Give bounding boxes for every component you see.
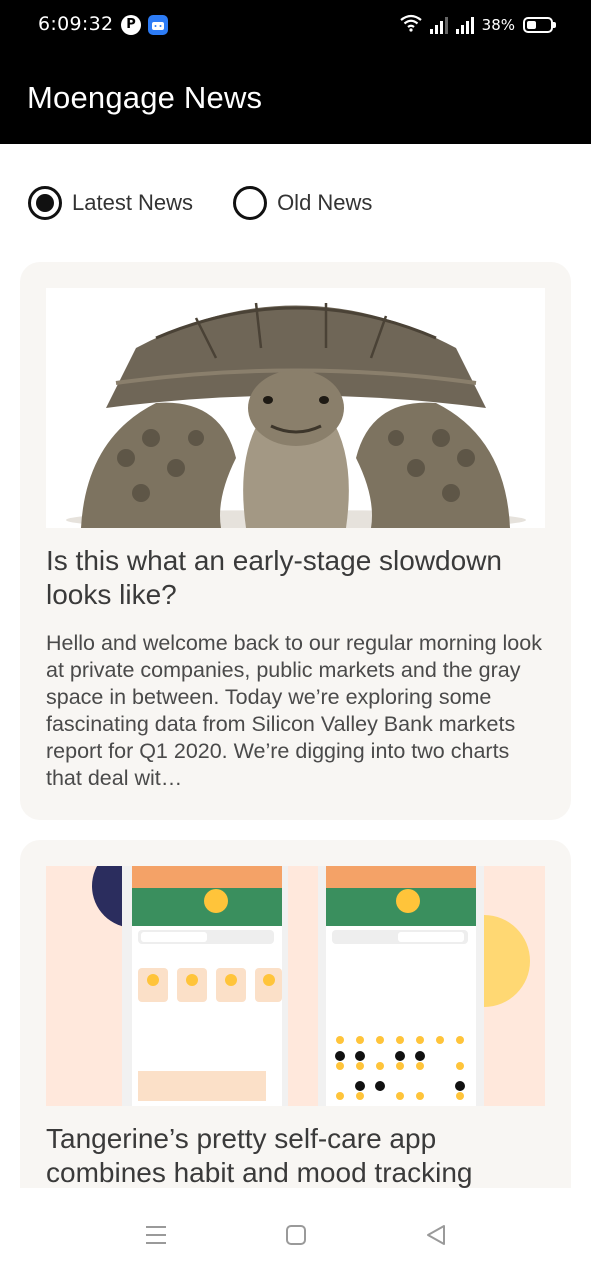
battery-icon [523, 17, 556, 33]
tortoise-photo [46, 288, 545, 528]
news-feed[interactable]: Is this what an early-stage slowdown loo… [0, 262, 591, 1188]
android-icon [148, 15, 168, 35]
news-card[interactable]: Tangerine’s pretty self-care app combine… [20, 840, 571, 1188]
radio-label: Old News [277, 190, 373, 215]
status-bar: 6:09:32 P 38% [0, 0, 591, 52]
app-title: Moengage News [27, 80, 263, 115]
p-app-icon: P [121, 15, 141, 35]
home-icon[interactable] [283, 1222, 309, 1248]
top-bar: 6:09:32 P 38% Moengage News [0, 0, 591, 144]
article-title: Tangerine’s pretty self-care app combine… [46, 1123, 473, 1188]
news-card[interactable]: Is this what an early-stage slowdown loo… [20, 262, 571, 820]
signal-icon [429, 16, 448, 34]
signal-icon [455, 16, 474, 34]
radio-unselected-icon[interactable] [233, 186, 268, 220]
back-icon[interactable] [423, 1222, 449, 1248]
system-nav-bar [0, 1188, 591, 1280]
radio-label: Latest News [72, 190, 194, 215]
status-right: 38% [399, 12, 556, 38]
radio-latest-news[interactable]: Latest News [28, 186, 193, 220]
wifi-icon [399, 14, 422, 36]
battery-percent: 38% [481, 16, 515, 34]
article-description: Hello and welcome back to our regular mo… [46, 631, 542, 790]
news-filter: Latest News Old News [28, 186, 412, 220]
status-time: 6:09:32 [38, 13, 114, 35]
tangerine-app-screenshots [46, 866, 545, 1106]
radio-selected-icon[interactable] [28, 186, 62, 220]
menu-icon[interactable] [143, 1222, 169, 1248]
article-title: Is this what an early-stage slowdown loo… [46, 545, 502, 610]
radio-old-news[interactable]: Old News [233, 186, 372, 220]
